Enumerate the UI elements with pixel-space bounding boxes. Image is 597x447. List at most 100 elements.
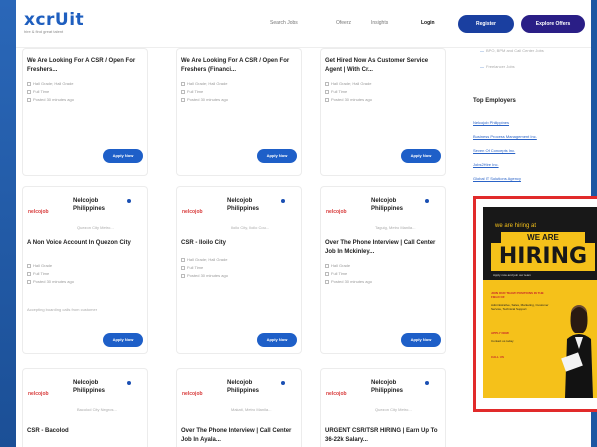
ad-text: APPLY NOW bbox=[491, 331, 509, 335]
register-button[interactable]: Register bbox=[458, 15, 514, 33]
ad-text: JOIN OUR TEAM! POSITIONS IN THE FIELD OF bbox=[491, 291, 544, 299]
job-meta-grade: Hall Grade; Hall Grade bbox=[27, 81, 73, 87]
company-name[interactable]: Nelcojob Philippines bbox=[73, 379, 123, 395]
company-name[interactable]: Nelcojob Philippines bbox=[227, 379, 277, 395]
calendar-icon bbox=[181, 97, 185, 102]
briefcase-icon bbox=[325, 263, 329, 268]
job-card[interactable]: Get Hired Now As Customer Service Agent … bbox=[320, 48, 446, 176]
job-description: Accepting boarding calls from customer bbox=[27, 307, 98, 312]
company-logo: nelcojob bbox=[182, 391, 203, 397]
job-title[interactable]: URGENT CSR/TSR HIRING | Earn Up To 36-22… bbox=[325, 427, 443, 445]
sidebar-category-link[interactable]: BPO, BPM and Call Center Jobs bbox=[480, 48, 544, 53]
company-name[interactable]: Nelcojob Philippines bbox=[227, 197, 277, 213]
ad-line1: we are hiring at bbox=[495, 223, 537, 229]
job-title[interactable]: CSR - Iloilo City bbox=[181, 239, 299, 248]
company-logo: nelcojob bbox=[326, 391, 347, 397]
job-meta-posted: Posted 30 minutes ago bbox=[325, 97, 372, 103]
job-title[interactable]: Over The Phone Interview | Call Center J… bbox=[181, 427, 299, 445]
sidebar-category-link[interactable]: Freelancer Jobs bbox=[480, 64, 515, 69]
job-meta-grade: Hall Grade; Hall Grade bbox=[325, 81, 371, 87]
apply-now-button[interactable]: Apply Now bbox=[103, 149, 143, 163]
clock-icon bbox=[181, 89, 185, 94]
company-location: Quezon City Metro... bbox=[77, 225, 114, 230]
verified-icon bbox=[281, 381, 285, 385]
company-name[interactable]: Nelcojob Philippines bbox=[73, 197, 123, 213]
job-title[interactable]: Get Hired Now As Customer Service Agent … bbox=[325, 57, 443, 75]
employer-link[interactable]: Seven Of Concepts Inc. bbox=[473, 148, 515, 153]
nav-search-jobs[interactable]: Search Jobs bbox=[270, 20, 298, 26]
calendar-icon bbox=[27, 97, 31, 102]
job-meta-grade: Hall Grade bbox=[27, 263, 52, 269]
verified-icon bbox=[281, 199, 285, 203]
clock-icon bbox=[27, 271, 31, 276]
ad-text: CALL US bbox=[491, 355, 504, 359]
logo[interactable]: xcrUit hire & find great talent bbox=[24, 11, 86, 37]
apply-now-button[interactable]: Apply Now bbox=[257, 149, 297, 163]
job-card[interactable]: nelcojob Nelcojob Philippines Quezon Cit… bbox=[22, 186, 148, 354]
calendar-icon bbox=[181, 273, 185, 278]
job-meta-posted: Posted 30 minutes ago bbox=[181, 273, 228, 279]
job-meta-posted: Posted 30 minutes ago bbox=[27, 97, 74, 103]
job-meta-type: Full Time bbox=[181, 89, 203, 95]
apply-now-button[interactable]: Apply Now bbox=[401, 333, 441, 347]
apply-now-button[interactable]: Apply Now bbox=[103, 333, 143, 347]
employer-link[interactable]: Business Process Management Inc. bbox=[473, 134, 537, 139]
job-card[interactable]: nelcojob Nelcojob Philippines Makati, Me… bbox=[176, 368, 302, 447]
clock-icon bbox=[181, 265, 185, 270]
company-location: Taguig, Metro Manila... bbox=[375, 225, 416, 230]
verified-icon bbox=[127, 199, 131, 203]
employer-link[interactable]: Nelcojob Philippines bbox=[473, 120, 509, 125]
nav-insights[interactable]: Insights bbox=[371, 20, 388, 26]
company-name[interactable]: Nelcojob Philippines bbox=[371, 197, 421, 213]
job-meta-grade: Hall Grade; Hall Grade bbox=[181, 81, 227, 87]
job-card[interactable]: We Are Looking For A CSR / Open For Fres… bbox=[176, 48, 302, 176]
verified-icon bbox=[425, 199, 429, 203]
job-title[interactable]: A Non Voice Account In Quezon City bbox=[27, 239, 145, 248]
calendar-icon bbox=[27, 279, 31, 284]
job-card[interactable]: nelcojob Nelcojob Philippines Iloilo Cit… bbox=[176, 186, 302, 354]
employer-button[interactable]: Explore Offers bbox=[521, 15, 585, 33]
job-meta-posted: Posted 30 minutes ago bbox=[181, 97, 228, 103]
employer-link[interactable]: Global IT Solutions Agency bbox=[473, 176, 521, 181]
job-title[interactable]: We Are Looking For A CSR / Open For Fres… bbox=[27, 57, 145, 75]
verified-icon bbox=[425, 381, 429, 385]
company-location: Iloilo City, Iloilo Cou... bbox=[231, 225, 270, 230]
ad-subtitle: Apply now and join our team bbox=[493, 273, 531, 277]
calendar-icon bbox=[325, 279, 329, 284]
job-title[interactable]: Over The Phone Interview | Call Center J… bbox=[325, 239, 443, 257]
job-title[interactable]: We Are Looking For A CSR / Open For Fres… bbox=[181, 57, 299, 75]
hiring-ad[interactable]: we are hiring at WE ARE HIRING Apply now… bbox=[483, 207, 597, 398]
logo-text: xcrUit bbox=[24, 10, 85, 30]
job-meta-grade: Hall Grade bbox=[325, 263, 350, 269]
job-title[interactable]: CSR - Bacolod bbox=[27, 427, 145, 436]
job-card[interactable]: nelcojob Nelcojob Philippines Quezon Cit… bbox=[320, 368, 446, 447]
ad-headline: HIRING bbox=[491, 243, 595, 271]
left-background bbox=[0, 0, 16, 447]
calendar-icon bbox=[325, 97, 329, 102]
briefcase-icon bbox=[27, 81, 31, 86]
apply-now-button[interactable]: Apply Now bbox=[257, 333, 297, 347]
page: xcrUit hire & find great talent Search J… bbox=[16, 0, 597, 447]
briefcase-icon bbox=[27, 263, 31, 268]
top-employers-heading: Top Employers bbox=[473, 98, 516, 104]
job-meta-posted: Posted 30 minutes ago bbox=[27, 279, 74, 285]
hiring-ad-frame[interactable]: we are hiring at WE ARE HIRING Apply now… bbox=[473, 196, 597, 412]
company-logo: nelcojob bbox=[28, 209, 49, 215]
briefcase-icon bbox=[325, 81, 329, 86]
company-location: Quezon City Metro... bbox=[375, 407, 412, 412]
clock-icon bbox=[325, 89, 329, 94]
job-card[interactable]: nelcojob Nelcojob Philippines Bacolod Ci… bbox=[22, 368, 148, 447]
ad-text: Contact us today bbox=[491, 339, 514, 343]
login-link[interactable]: Login bbox=[421, 20, 435, 26]
person-illustration bbox=[561, 305, 593, 398]
job-meta-type: Full Time bbox=[325, 271, 347, 277]
ad-line2: WE ARE bbox=[501, 232, 585, 243]
job-card[interactable]: We Are Looking For A CSR / Open For Fres… bbox=[22, 48, 148, 176]
job-meta-grade: Hall Grade; Hall Grade bbox=[181, 257, 227, 263]
company-name[interactable]: Nelcojob Philippines bbox=[371, 379, 421, 395]
nav-offers[interactable]: Ofeerz bbox=[336, 20, 351, 26]
employer-link[interactable]: Jobs2Hire Inc. bbox=[473, 162, 499, 167]
apply-now-button[interactable]: Apply Now bbox=[401, 149, 441, 163]
briefcase-icon bbox=[181, 81, 185, 86]
job-card[interactable]: nelcojob Nelcojob Philippines Taguig, Me… bbox=[320, 186, 446, 354]
